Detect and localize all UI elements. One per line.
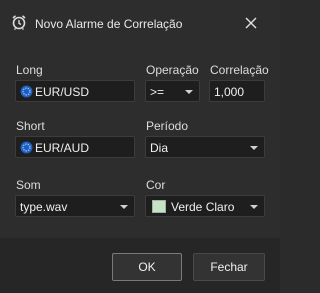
close-icon[interactable] (244, 16, 258, 30)
sound-select[interactable]: type.wav (15, 195, 135, 217)
close-button[interactable]: Fechar (193, 253, 265, 281)
period-value: Dia (150, 141, 169, 155)
dialog-footer: OK Fechar (0, 238, 280, 293)
chevron-down-icon (250, 146, 258, 150)
chevron-down-icon (250, 205, 258, 209)
color-swatch (152, 200, 166, 213)
long-label: Long (16, 63, 43, 77)
alarm-clock-icon (12, 15, 26, 30)
operation-value: >= (150, 85, 165, 99)
color-value: Verde Claro (171, 200, 235, 214)
correlation-value: 1,000 (214, 85, 245, 99)
dialog-window: Novo Alarme de Correlação Long Operação … (0, 0, 280, 293)
chevron-down-icon (185, 90, 193, 94)
long-symbol-field[interactable]: EUR/USD (15, 80, 135, 102)
short-label: Short (16, 119, 45, 133)
operation-select[interactable]: >= (145, 80, 200, 102)
period-select[interactable]: Dia (145, 136, 265, 158)
sound-value: type.wav (20, 200, 68, 214)
ok-button[interactable]: OK (112, 253, 182, 281)
coin-icon (20, 85, 33, 98)
operation-label: Operação (146, 63, 199, 77)
short-symbol-field[interactable]: EUR/AUD (15, 136, 135, 158)
correlation-label: Correlação (210, 63, 269, 77)
title-bar: Novo Alarme de Correlação (0, 0, 280, 44)
color-select[interactable]: Verde Claro (145, 195, 265, 217)
window-title: Novo Alarme de Correlação (35, 17, 183, 31)
short-symbol-value: EUR/AUD (35, 141, 90, 155)
long-symbol-value: EUR/USD (35, 85, 90, 99)
correlation-input[interactable]: 1,000 (209, 80, 265, 102)
coin-icon (20, 141, 33, 154)
chevron-down-icon (120, 205, 128, 209)
color-label: Cor (146, 178, 166, 192)
period-label: Período (146, 119, 189, 133)
sound-label: Som (16, 178, 41, 192)
